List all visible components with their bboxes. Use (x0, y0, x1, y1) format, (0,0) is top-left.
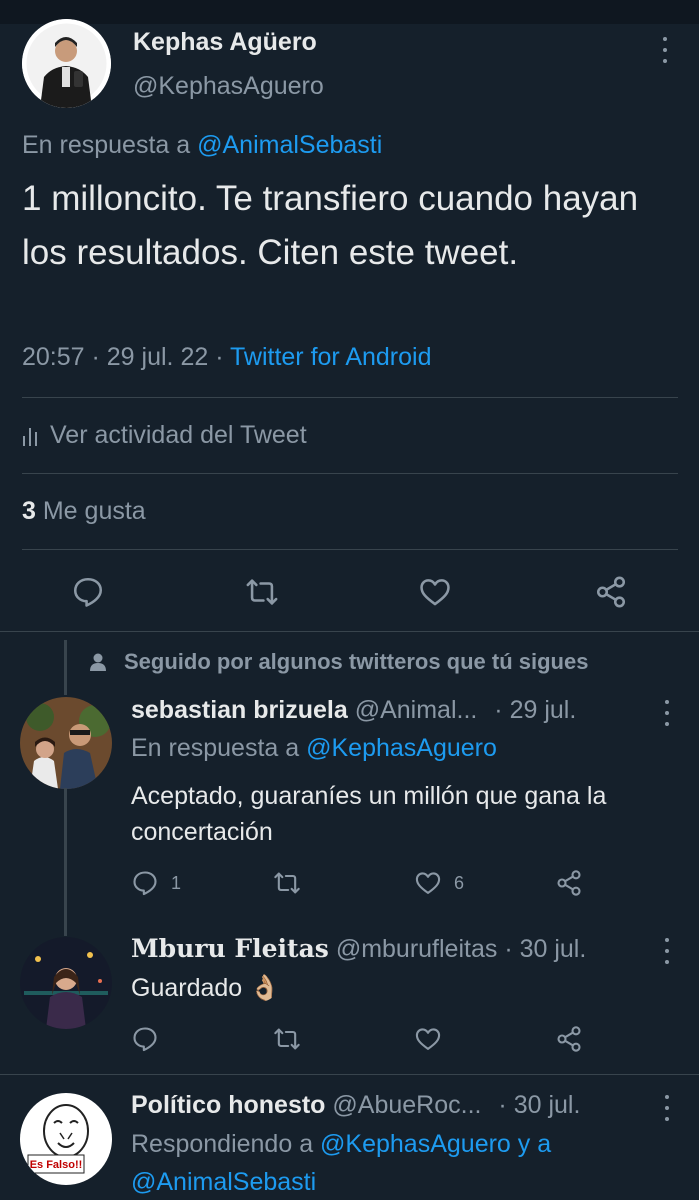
share-icon (557, 1026, 581, 1052)
likes-summary[interactable]: 3 Me gusta (22, 497, 146, 526)
reply-author-name[interactable]: Mburu Fleitas (131, 934, 329, 963)
ok-hand-emoji: 👌🏼 (249, 974, 281, 1002)
like-icon[interactable] (418, 575, 452, 609)
reply-prefix: En respuesta a (22, 131, 198, 159)
reply-date[interactable]: · 29 jul. (494, 696, 576, 724)
reply-author-name[interactable]: sebastian brizuela (131, 696, 348, 724)
person-icon (90, 653, 106, 671)
share-button[interactable] (555, 1025, 583, 1053)
thread-connector (64, 640, 67, 695)
reply-author-handle[interactable]: @mburufleitas (336, 935, 498, 963)
retweet-icon (274, 872, 300, 894)
analytics-icon (23, 427, 37, 446)
more-options-icon[interactable] (660, 37, 670, 63)
reply-author-handle[interactable]: @Animal... (355, 696, 478, 724)
reply-author-name[interactable]: Político honesto (131, 1091, 325, 1119)
tweet-time[interactable]: 20:57 (22, 343, 85, 371)
reply-to-link[interactable]: @KephasAguero (306, 734, 497, 762)
reply-date[interactable]: · 30 jul. (504, 935, 586, 963)
followed-by-note: Seguido por algunos twitteros que tú sig… (90, 649, 588, 675)
more-options-icon[interactable] (662, 1095, 672, 1121)
divider (0, 1074, 699, 1075)
reply-text: Aceptado, guaraníes un millón que gana l… (131, 782, 607, 846)
reply-avatar-mburu[interactable] (20, 937, 112, 1029)
thread-connector (64, 788, 67, 936)
divider (0, 631, 699, 632)
like-button[interactable] (414, 1025, 442, 1053)
status-bar (0, 0, 699, 24)
more-options-icon[interactable] (662, 938, 672, 964)
reply-join: y a (510, 1130, 552, 1158)
reply-context: En respuesta a @AnimalSebasti (22, 131, 382, 160)
tweet-meta: 20:57 · 29 jul. 22 · Twitter for Android (22, 343, 432, 371)
retweet-icon[interactable] (245, 575, 279, 609)
share-button[interactable] (555, 869, 583, 897)
author-name[interactable]: Kephas Agüero (133, 28, 317, 57)
reply-avatar-sebastian[interactable] (20, 697, 112, 789)
reply-context: En respuesta a @KephasAguero (131, 734, 497, 763)
share-icon[interactable] (594, 575, 628, 609)
reply-to-link[interactable]: @KephasAguero (320, 1130, 511, 1158)
author-avatar[interactable] (22, 19, 111, 108)
reply-header: Político honesto @AbueRoc... · 30 jul. (131, 1091, 580, 1120)
like-count: 6 (454, 872, 465, 893)
reply-header: Mburu Fleitas @mburufleitas · 30 jul. (131, 934, 586, 964)
view-activity-link[interactable]: Ver actividad del Tweet (22, 421, 307, 450)
reply-count: 1 (171, 872, 182, 893)
reply-to-link[interactable]: @AnimalSebasti (131, 1168, 316, 1196)
view-activity-label: Ver actividad del Tweet (50, 421, 307, 449)
reply-prefix: Respondiendo a (131, 1130, 321, 1158)
tweet-source[interactable]: Twitter for Android (230, 343, 431, 371)
author-handle[interactable]: @KephasAguero (133, 72, 324, 101)
reply-context-cont: @AnimalSebasti (131, 1168, 316, 1197)
like-icon (415, 872, 441, 894)
reply-icon[interactable] (71, 575, 105, 609)
tweet-date[interactable]: 29 jul. 22 (107, 343, 208, 371)
reply-prefix: En respuesta a (131, 734, 307, 762)
retweet-icon (274, 1028, 300, 1050)
reply-text: Guardado 👌🏼 (131, 970, 671, 1006)
reply-button[interactable] (131, 1025, 159, 1053)
reply-button[interactable]: 1 (131, 869, 181, 897)
like-icon (415, 1028, 441, 1050)
avatar-caption: Es Falso!! (30, 1159, 83, 1171)
likes-label: Me gusta (42, 497, 146, 525)
reply-icon (133, 1027, 157, 1052)
divider (22, 473, 678, 474)
reply-header: sebastian brizuela @Animal... · 29 jul. (131, 696, 576, 725)
reply-to-link[interactable]: @AnimalSebasti (197, 131, 382, 159)
followed-by-text: Seguido por algunos twitteros que tú sig… (124, 649, 589, 674)
reply-avatar-politico[interactable]: Es Falso!! (20, 1093, 112, 1185)
like-button[interactable]: 6 (414, 869, 464, 897)
more-options-icon[interactable] (662, 700, 672, 726)
reply-author-handle[interactable]: @AbueRoc... (332, 1091, 481, 1119)
reply-icon (133, 871, 157, 896)
reply-context: Respondiendo a @KephasAguero y a (131, 1130, 551, 1159)
divider (22, 549, 678, 550)
share-icon (557, 870, 581, 896)
retweet-button[interactable] (273, 869, 301, 897)
tweet-text: 1 milloncito. Te transfiero cuando hayan… (22, 179, 639, 272)
reply-text-content: Guardado (131, 974, 243, 1002)
retweet-button[interactable] (273, 1025, 301, 1053)
likes-count: 3 (22, 497, 36, 525)
divider (22, 397, 678, 398)
reply-date[interactable]: · 30 jul. (498, 1091, 580, 1119)
